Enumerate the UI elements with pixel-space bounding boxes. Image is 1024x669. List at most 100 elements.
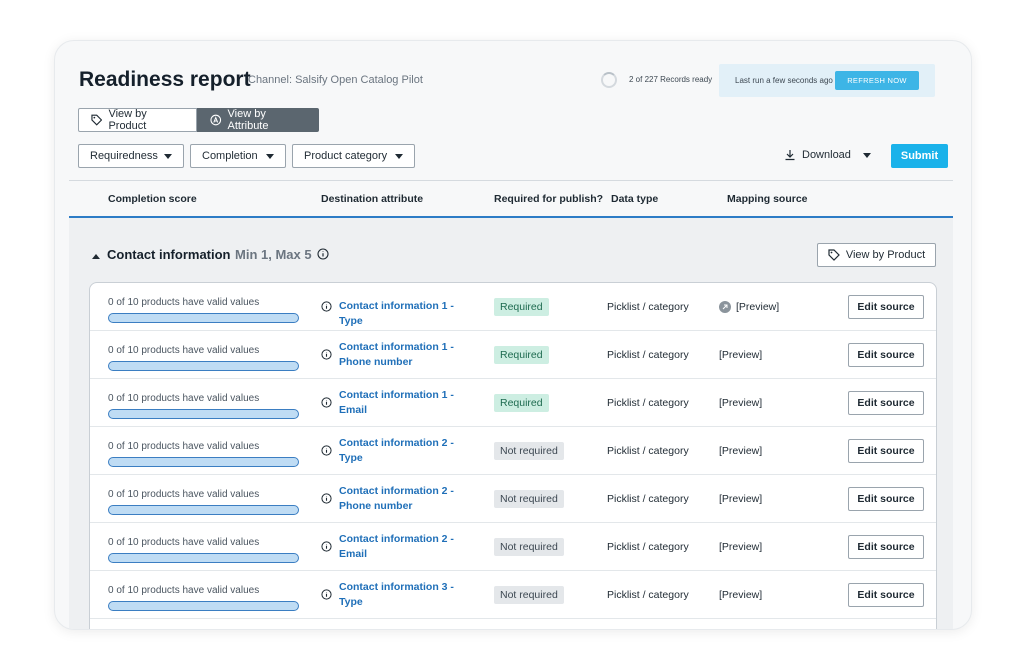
- edit-source-button[interactable]: Edit source: [848, 343, 924, 367]
- required-badge: Required: [494, 298, 549, 316]
- edit-source-button[interactable]: Edit source: [848, 391, 924, 415]
- mapping-source: [Preview]: [719, 541, 762, 553]
- attribute-icon: [210, 114, 222, 126]
- submit-button[interactable]: Submit: [891, 144, 948, 168]
- attribute-name-line1: Contact information 1 - Type: [339, 300, 454, 327]
- tag-icon: [91, 114, 103, 126]
- channel-label: Channel: Salsify Open Catalog Pilot: [248, 74, 423, 86]
- caret-down-icon: [395, 153, 403, 159]
- destination-attribute-link[interactable]: Contact information 2 - Email: [339, 532, 479, 562]
- completion-progress-bar: [108, 457, 299, 467]
- required-badge: Not required: [494, 538, 564, 556]
- requiredness-filter-label: Requiredness: [90, 150, 158, 162]
- section-min-max: Min 1, Max 5: [235, 247, 312, 262]
- completion-text: 0 of 10 products have valid values: [108, 345, 260, 356]
- edit-source-button[interactable]: Edit source: [848, 535, 924, 559]
- completion-text: 0 of 10 products have valid values: [108, 393, 260, 404]
- completion-filter[interactable]: Completion: [190, 144, 286, 168]
- completion-progress-bar: [108, 409, 299, 419]
- destination-attribute-link[interactable]: Contact information 2 - Phone number: [339, 484, 479, 514]
- completion-text: 0 of 10 products have valid values: [108, 585, 260, 596]
- collapse-caret-icon[interactable]: [92, 254, 100, 259]
- column-header-mapping-source: Mapping source: [727, 193, 808, 205]
- attribute-name-line2: Email: [339, 548, 368, 560]
- attribute-name-line2: Type: [339, 452, 363, 464]
- required-badge: Required: [494, 394, 549, 412]
- edit-source-button[interactable]: Edit source: [848, 583, 924, 607]
- refresh-now-button[interactable]: REFRESH NOW: [835, 71, 919, 90]
- column-header-required-for-publish: Required for publish?: [494, 193, 604, 205]
- view-by-product-toggle[interactable]: View by Product: [78, 108, 197, 132]
- records-status: 2 of 227 Records ready: [629, 75, 713, 84]
- data-type: Picklist / category: [607, 397, 689, 409]
- attribute-name-line1: Contact information 2 -: [339, 485, 454, 497]
- data-type: Picklist / category: [607, 349, 689, 361]
- mapping-preview[interactable]: [Preview]: [719, 397, 762, 409]
- mapping-preview[interactable]: [Preview]: [719, 589, 762, 601]
- completion-text: 0 of 10 products have valid values: [108, 441, 260, 452]
- download-label: Download: [802, 149, 851, 161]
- product-category-filter-label: Product category: [304, 150, 388, 162]
- download-button[interactable]: Download: [784, 149, 871, 161]
- attribute-name-line1: Contact information 2 -: [339, 437, 454, 449]
- product-category-filter[interactable]: Product category: [292, 144, 415, 168]
- attribute-name-line1: Contact information 3 -: [339, 581, 454, 593]
- info-icon[interactable]: [317, 248, 329, 260]
- attribute-name-line2: Type: [339, 596, 363, 608]
- info-icon[interactable]: [321, 541, 332, 552]
- download-icon: [785, 150, 795, 161]
- required-badge: Required: [494, 346, 549, 364]
- edit-source-button[interactable]: Edit source: [848, 439, 924, 463]
- edit-source-button[interactable]: Edit source: [848, 487, 924, 511]
- required-badge: Not required: [494, 490, 564, 508]
- edit-source-button[interactable]: Edit source: [848, 295, 924, 319]
- info-icon[interactable]: [321, 445, 332, 456]
- table-row: 0 of 10 products have valid values Conta…: [90, 523, 936, 571]
- data-type: Picklist / category: [607, 541, 689, 553]
- attribute-name-line1: Contact information 2 -: [339, 533, 454, 545]
- mapping-preview[interactable]: [Preview]: [719, 349, 762, 361]
- section-title: Contact information: [107, 247, 231, 262]
- completion-text: 0 of 10 products have valid values: [108, 297, 260, 308]
- view-by-attribute-toggle[interactable]: View by Attribute: [197, 108, 319, 132]
- required-badge: Not required: [494, 442, 564, 460]
- data-type: Picklist / category: [607, 589, 689, 601]
- column-header-completion-score: Completion score: [108, 193, 197, 205]
- info-icon[interactable]: [321, 589, 332, 600]
- completion-text: 0 of 10 products have valid values: [108, 489, 260, 500]
- mapping-preview[interactable]: [Preview]: [719, 493, 762, 505]
- completion-progress-bar: [108, 553, 299, 563]
- mapping-preview[interactable]: [Preview]: [736, 301, 779, 313]
- info-icon[interactable]: [321, 493, 332, 504]
- completion-filter-label: Completion: [202, 150, 258, 162]
- destination-attribute-link[interactable]: Contact information 3 - Type: [339, 580, 479, 610]
- table-row: 0 of 10 products have valid values Conta…: [90, 427, 936, 475]
- info-icon[interactable]: [321, 301, 332, 312]
- mapping-preview[interactable]: [Preview]: [719, 541, 762, 553]
- info-icon[interactable]: [321, 349, 332, 360]
- attribute-name-line1: Contact information 1 -: [339, 389, 454, 401]
- destination-attribute-link[interactable]: Contact information 1 - Phone number: [339, 340, 479, 370]
- table-row: 0 of 10 products have valid values Conta…: [90, 379, 936, 427]
- requiredness-filter[interactable]: Requiredness: [78, 144, 184, 168]
- destination-attribute-link[interactable]: Contact information 1 - Type: [339, 299, 479, 329]
- page-title: Readiness report: [79, 68, 251, 91]
- section-view-by-product-label: View by Product: [845, 249, 926, 261]
- info-icon[interactable]: [321, 397, 332, 408]
- destination-attribute-link[interactable]: Contact information 1 - Email: [339, 388, 479, 418]
- table-row: 0 of 10 products have valid values Conta…: [90, 571, 936, 619]
- required-badge: Not required: [494, 586, 564, 604]
- mapping-source: [Preview]: [719, 301, 779, 313]
- caret-down-icon: [862, 152, 871, 158]
- completion-progress-bar: [108, 601, 299, 611]
- section-view-by-product-button[interactable]: View by Product: [817, 243, 936, 267]
- caret-down-icon: [266, 153, 274, 159]
- contact-information-section: Contact information Min 1, Max 5 View by…: [69, 218, 953, 629]
- loading-spinner-icon: [601, 72, 617, 88]
- mapping-preview[interactable]: [Preview]: [719, 445, 762, 457]
- column-header-destination-attribute: Destination attribute: [321, 193, 424, 205]
- destination-attribute-link[interactable]: Contact information 2 - Type: [339, 436, 479, 466]
- table-row: 0 of 10 products have valid values Conta…: [90, 475, 936, 523]
- last-run-text: Last run a few seconds ago: [735, 76, 833, 85]
- attribute-table: 0 of 10 products have valid values Conta…: [89, 282, 937, 629]
